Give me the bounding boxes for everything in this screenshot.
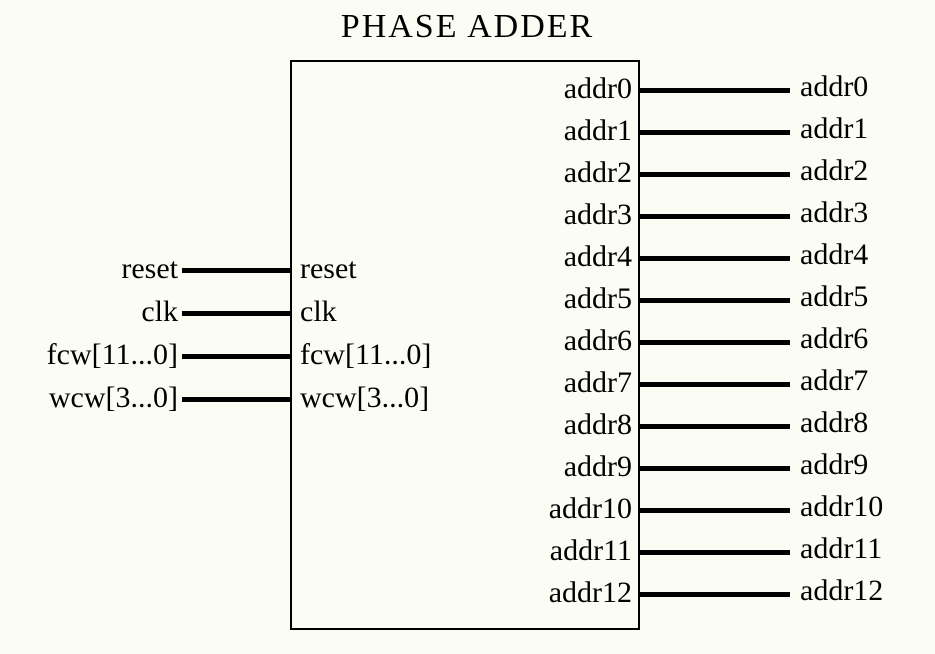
output-wire xyxy=(640,424,790,429)
output-wire xyxy=(640,340,790,345)
output-int-label: addr1 xyxy=(564,114,632,148)
output-ext-label: addr10 xyxy=(800,490,883,524)
output-ext-label: addr12 xyxy=(800,574,883,608)
input-wire xyxy=(182,311,290,316)
output-ext-label: addr0 xyxy=(800,70,868,104)
output-int-label: addr7 xyxy=(564,366,632,400)
block-title: PHASE ADDER xyxy=(0,8,935,46)
output-int-label: addr9 xyxy=(564,450,632,484)
output-int-label: addr11 xyxy=(550,534,632,568)
output-int-label: addr6 xyxy=(564,324,632,358)
output-int-label: addr3 xyxy=(564,198,632,232)
input-int-label: clk xyxy=(300,295,337,329)
output-int-label: addr2 xyxy=(564,156,632,190)
output-ext-label: addr1 xyxy=(800,112,868,146)
output-wire xyxy=(640,382,790,387)
output-int-label: addr10 xyxy=(549,492,632,526)
input-int-label: fcw[11...0] xyxy=(300,338,431,372)
output-wire xyxy=(640,172,790,177)
input-ext-label: wcw[3...0] xyxy=(49,381,178,415)
output-wire xyxy=(640,256,790,261)
output-wire xyxy=(640,466,790,471)
output-ext-label: addr11 xyxy=(800,532,882,566)
output-wire xyxy=(640,214,790,219)
output-ext-label: addr6 xyxy=(800,322,868,356)
input-ext-label: reset xyxy=(121,252,178,286)
output-int-label: addr0 xyxy=(564,72,632,106)
output-wire xyxy=(640,88,790,93)
output-wire xyxy=(640,508,790,513)
input-int-label: reset xyxy=(300,252,357,286)
output-ext-label: addr9 xyxy=(800,448,868,482)
output-int-label: addr5 xyxy=(564,282,632,316)
output-wire xyxy=(640,130,790,135)
output-ext-label: addr5 xyxy=(800,280,868,314)
output-ext-label: addr8 xyxy=(800,406,868,440)
output-ext-label: addr2 xyxy=(800,154,868,188)
output-wire xyxy=(640,298,790,303)
input-ext-label: clk xyxy=(141,295,178,329)
input-ext-label: fcw[11...0] xyxy=(47,338,178,372)
input-wire xyxy=(182,354,290,359)
output-ext-label: addr4 xyxy=(800,238,868,272)
output-int-label: addr4 xyxy=(564,240,632,274)
input-int-label: wcw[3...0] xyxy=(300,381,429,415)
output-wire xyxy=(640,592,790,597)
output-int-label: addr8 xyxy=(564,408,632,442)
output-ext-label: addr7 xyxy=(800,364,868,398)
output-ext-label: addr3 xyxy=(800,196,868,230)
output-int-label: addr12 xyxy=(549,576,632,610)
output-wire xyxy=(640,550,790,555)
input-wire xyxy=(182,397,290,402)
input-wire xyxy=(182,268,290,273)
